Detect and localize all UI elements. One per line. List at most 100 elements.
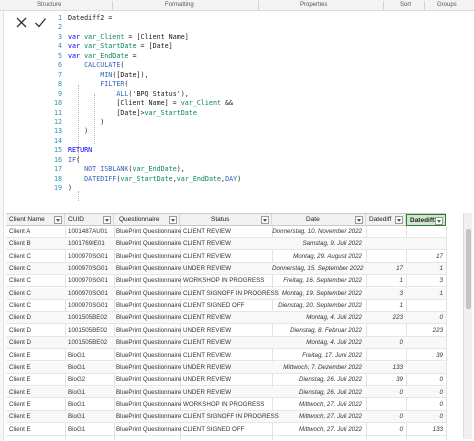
cell-client-name: Client D (9, 326, 32, 334)
cell-questionnaire: BluePrint Questionnaire (116, 388, 182, 396)
cell-cuid: 1000970SG01 (68, 289, 108, 297)
column-header-label: Datediff (369, 216, 392, 223)
line-number: 8 (57, 80, 62, 89)
column-header-client-name[interactable]: Client Name (6, 214, 65, 226)
formula-code: DATEDIFF(var_StartDate,var_EndDate,DAY) (84, 174, 242, 183)
cell-client-name: Client E (9, 376, 31, 384)
filter-dropdown-icon[interactable] (54, 216, 62, 224)
cell-client-name: Client E (9, 388, 31, 396)
cell-datediff2: 0 (439, 388, 443, 396)
checkmark-icon (35, 18, 47, 28)
formula-code: FILTER( (100, 80, 129, 89)
cell-cuid: 1001505BE02 (68, 339, 108, 347)
column-header-datediff2[interactable]: Datediff2 (406, 214, 446, 226)
cancel-formula-button[interactable] (15, 16, 28, 29)
table-row[interactable]: Client E BioG1 BluePrint Questionnaire UNDE… (6, 386, 446, 399)
cell-date: Dienstag, 26. Juli 2022 (299, 376, 362, 384)
cell-questionnaire: BluePrint Questionnaire (116, 376, 182, 384)
table-row[interactable]: Client E BioG1 BluePrint Questionnaire CLIE… (6, 411, 446, 424)
line-number: 15 (54, 146, 63, 155)
line-number: 2 (57, 23, 62, 32)
table-row[interactable]: Client C 1000970SG01 BluePrint Questionnai… (6, 287, 446, 300)
cell-datediff2: 223 (432, 326, 443, 334)
cell-questionnaire: BluePrint Questionnaire (116, 302, 182, 310)
table-row[interactable]: Client E BioG1 BluePrint Questionnaire WORK… (6, 399, 446, 411)
cell-datediff2: 3 (439, 277, 443, 285)
table-row[interactable]: Client E BioG2 BluePrint Questionnaire UNDE… (6, 374, 446, 387)
cell-date: Mittwoch, 27. Juli 2022 (299, 400, 362, 408)
commit-formula-button[interactable] (34, 16, 47, 29)
filter-dropdown-icon[interactable] (395, 216, 403, 224)
formula-code: Datediff2 = (68, 14, 113, 22)
cell-date: Montag, 29. August 2022 (293, 252, 362, 260)
ribbon-group-structure: Structure (37, 2, 62, 8)
cell-status: UNDER REVIEW (183, 376, 232, 384)
table-row[interactable]: Client D 1001505BE02 BluePrint Questionnai… (6, 312, 446, 325)
filter-dropdown-icon[interactable] (435, 217, 443, 225)
table-row[interactable]: Client E BioG1 BluePrint Questionnaire CLIE… (6, 350, 446, 362)
formula-code: [Client Name] = var_Client && (68, 99, 234, 108)
cell-client-name: Client E (9, 400, 31, 408)
table-row[interactable]: Client A 1001487AU01 BluePrint Questionnai… (6, 226, 446, 238)
column-header-label: CUID (68, 216, 84, 223)
line-number: 16 (54, 155, 63, 164)
formula-editor[interactable]: 1 Datediff2 = 2 3 var var_Client = [Client N… (54, 11, 474, 210)
cell-client-name: Client B (9, 240, 31, 248)
line-number: 18 (54, 174, 63, 183)
filter-dropdown-icon[interactable] (103, 216, 111, 224)
cell-datediff2: 1 (439, 289, 443, 297)
line-number: 7 (57, 70, 62, 79)
column-header-label: Status (211, 216, 230, 223)
cell-cuid: BioG1 (68, 363, 86, 371)
table-row[interactable]: Client B 1001769IE01 BluePrint Questionnai… (6, 238, 446, 251)
cell-datediff2: 0 (439, 400, 443, 408)
filter-dropdown-icon[interactable] (169, 216, 177, 224)
cell-date: Donnerstag, 15. September 2022 (272, 265, 364, 273)
filter-dropdown-icon[interactable] (355, 216, 363, 224)
line-number: 19 (54, 184, 63, 193)
cell-questionnaire: BluePrint Questionnaire (116, 265, 182, 273)
table-row[interactable]: Client D 1001505BE02 BluePrint Questionnai… (6, 325, 446, 337)
cell-date: Samstag, 9. Juli 2022 (302, 240, 362, 248)
ribbon-group-properties: Properties (300, 2, 328, 8)
formula-code: ) (68, 184, 73, 193)
table-row[interactable]: Client C 1000970SG01 BluePrint Questionnai… (6, 275, 446, 288)
cell-datediff: 223 (392, 314, 403, 322)
scrollbar-thumb[interactable] (466, 229, 471, 309)
line-number: 10 (54, 99, 63, 108)
column-header-date[interactable]: Date (272, 214, 366, 226)
cell-cuid: 1000970SG01 (68, 252, 108, 260)
table-row[interactable]: Client C 1000970SG01 BluePrint Questionnai… (6, 263, 446, 275)
column-header-status[interactable]: Status (180, 214, 272, 226)
cell-datediff2: 133 (432, 425, 443, 433)
cell-date: Freitag, 16. September 2022 (283, 277, 362, 285)
cell-questionnaire: BluePrint Questionnaire (116, 363, 182, 371)
cell-cuid: BioG1 (68, 400, 86, 408)
cell-client-name: Client C (9, 277, 32, 285)
filter-dropdown-icon[interactable] (261, 216, 269, 224)
cell-datediff: 0 (399, 413, 403, 421)
table-row[interactable]: Client E BioG1 BluePrint Questionnaire UNDE… (6, 361, 446, 374)
cell-datediff2: 17 (436, 252, 443, 260)
cell-date: Montag, 4. Juli 2022 (306, 339, 362, 347)
cell-status: CLIENT REVIEW (183, 351, 232, 359)
table-row[interactable]: Client C 1000970SG01 BluePrint Questionnai… (6, 300, 446, 313)
column-header-questionnaire[interactable]: Questionnaire (114, 214, 180, 226)
formula-code: [Date]>var_StartDate (68, 108, 197, 117)
cell-status: CLIENT REVIEW (183, 252, 232, 260)
vertical-scrollbar[interactable] (463, 213, 472, 439)
column-header-cuid[interactable]: CUID (65, 214, 114, 226)
cell-datediff: 133 (392, 363, 403, 371)
cell-cuid: BioG1 (68, 413, 86, 421)
cell-datediff2: 0 (439, 376, 443, 384)
cell-questionnaire: BluePrint Questionnaire (116, 228, 182, 235)
cell-datediff: 1 (399, 302, 403, 310)
cell-date: Mittwoch, 27. Juli 2022 (299, 425, 362, 433)
line-number: 9 (57, 89, 62, 98)
column-header-datediff[interactable]: Datediff (366, 214, 406, 226)
table-row[interactable]: Client D 1001505BE02 BluePrint Questionnai… (6, 337, 446, 350)
table-row[interactable]: Client C 1000970SG01 BluePrint Questionnai… (6, 251, 446, 263)
ribbon-group-sort: Sort (400, 2, 412, 8)
cell-datediff: 0 (399, 425, 403, 433)
table-row[interactable]: Client E BioG1 BluePrint Questionnaire CLIE… (6, 424, 446, 436)
